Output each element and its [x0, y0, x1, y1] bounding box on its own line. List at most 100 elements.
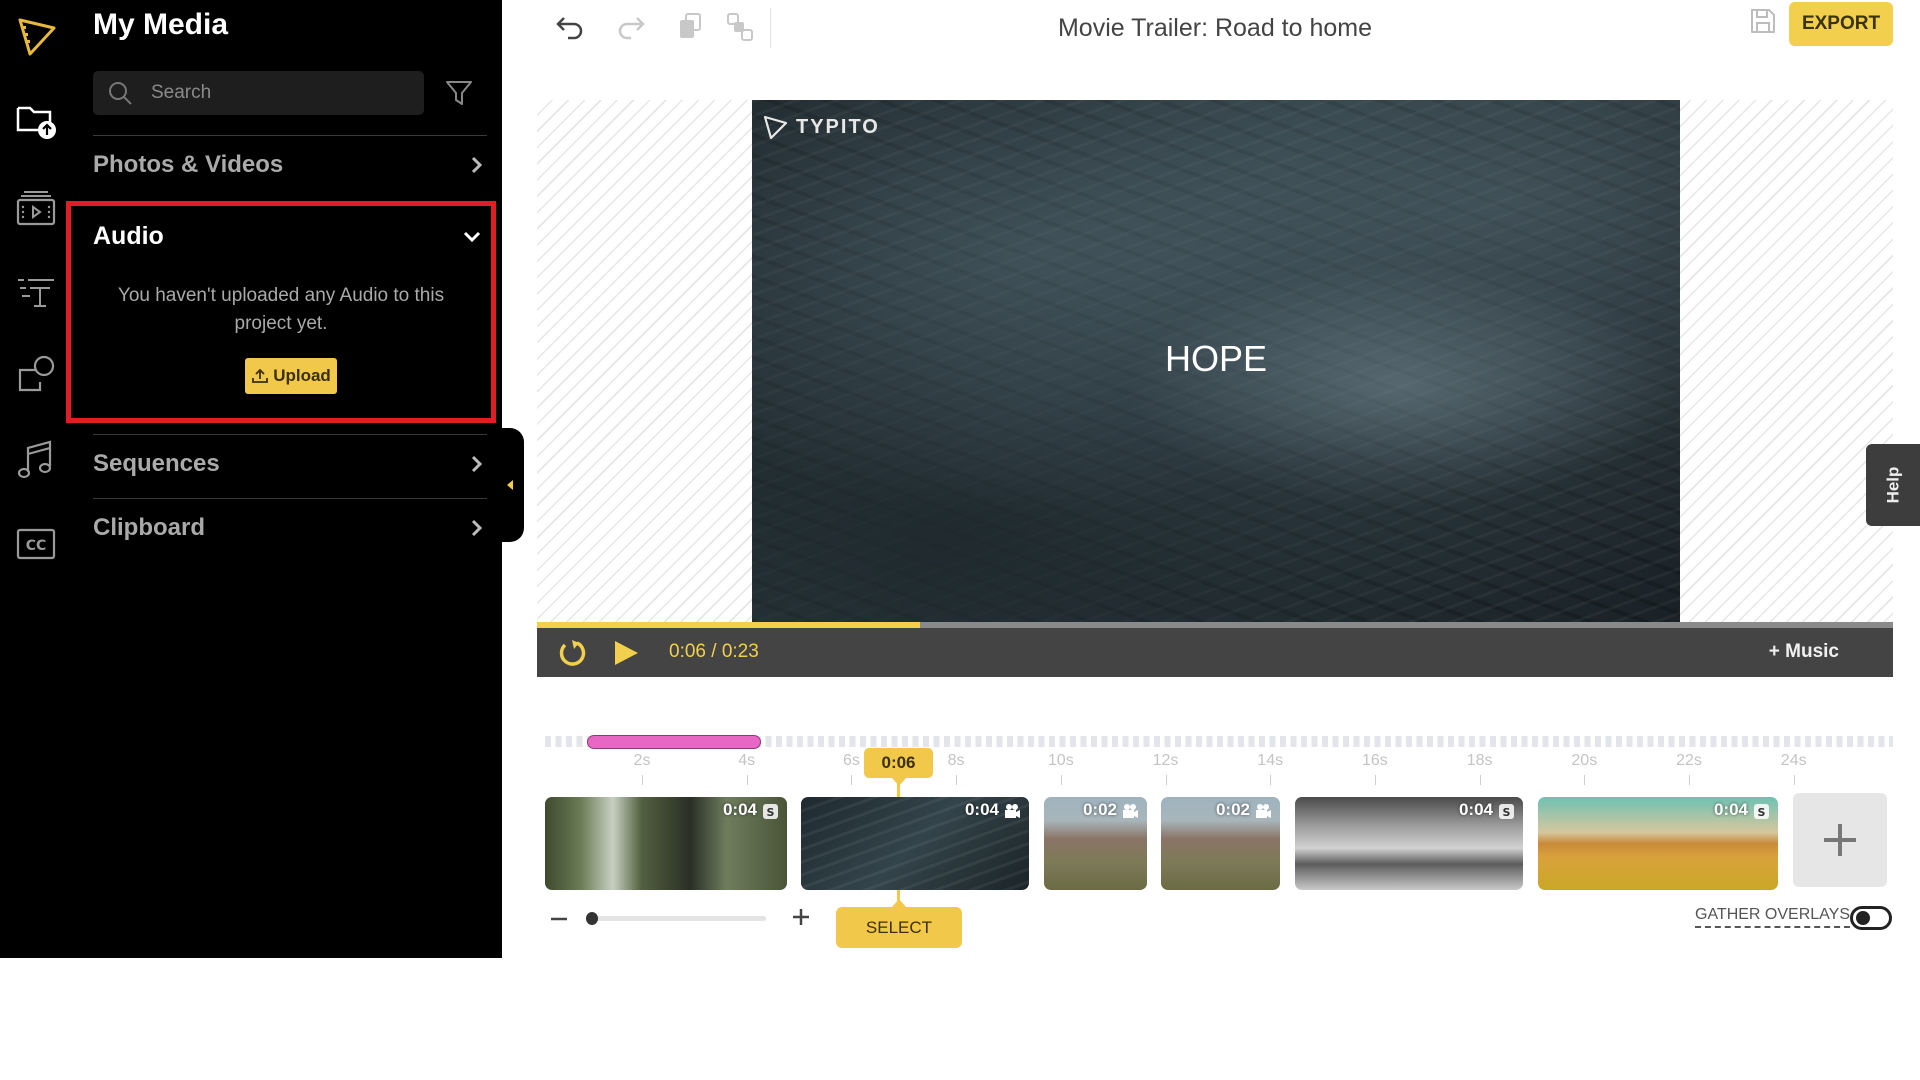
current-time: 0:06	[669, 641, 706, 662]
select-button[interactable]: SELECT	[836, 899, 962, 948]
playback-controls: 0:06 / 0:23 + Music	[537, 628, 1893, 677]
sequence-icon: S	[763, 804, 778, 819]
collapse-sidebar-button[interactable]	[496, 428, 524, 542]
tick-label: 14s	[1257, 752, 1284, 769]
zoom-slider-handle[interactable]	[586, 912, 598, 925]
panel-title: My Media	[93, 8, 229, 41]
audio-track-clip[interactable]	[587, 735, 761, 749]
section-label: Photos & Videos	[93, 151, 284, 178]
clip-duration: 0:04	[1458, 800, 1493, 819]
text-icon[interactable]	[12, 266, 60, 314]
tick-label: 18s	[1466, 752, 1493, 769]
timeline-clip[interactable]: 0:04 S	[1295, 797, 1523, 890]
section-audio[interactable]: Audio	[93, 218, 483, 254]
zoom-out-icon[interactable]	[548, 908, 570, 930]
sequence-icon: S	[1754, 804, 1769, 819]
search-field[interactable]	[93, 71, 424, 115]
section-label: Sequences	[93, 450, 220, 477]
save-icon[interactable]	[1748, 6, 1778, 36]
chevron-right-icon	[471, 156, 483, 174]
tick-label: 16s	[1361, 752, 1388, 769]
section-clipboard[interactable]: Clipboard	[93, 508, 487, 548]
sequence-icon: S	[1499, 804, 1514, 819]
gather-overlays-toggle[interactable]	[1850, 906, 1892, 930]
zoom-in-icon[interactable]	[790, 906, 812, 928]
chevron-down-icon	[463, 231, 481, 243]
timeline-clip[interactable]: 0:04	[801, 797, 1029, 890]
tick-mark	[956, 775, 958, 785]
preview-stage: TYPITO HOPE	[537, 100, 1893, 625]
play-icon[interactable]	[611, 638, 641, 668]
plus-icon	[1824, 824, 1856, 856]
tick-label: 22s	[1676, 752, 1702, 769]
export-button[interactable]: EXPORT	[1789, 2, 1893, 46]
audio-section-highlight: Audio You haven't uploaded any Audio to …	[66, 201, 496, 423]
playhead-time-label[interactable]: 0:06	[864, 748, 933, 786]
clip-duration: 0:02	[1215, 800, 1250, 819]
svg-text:S: S	[1758, 806, 1766, 819]
divider	[93, 135, 487, 136]
upload-label: Upload	[273, 366, 331, 385]
group-icon[interactable]	[724, 10, 758, 44]
tick-mark	[1793, 775, 1795, 785]
timeline-clip[interactable]: 0:02	[1161, 797, 1280, 890]
help-label: Help	[1883, 466, 1902, 504]
video-camera-icon	[1123, 804, 1138, 818]
divider	[93, 498, 487, 499]
videos-icon[interactable]	[12, 184, 60, 232]
tick-mark	[1584, 775, 1586, 785]
replay-icon[interactable]	[557, 638, 587, 668]
typito-logo-icon[interactable]	[12, 12, 60, 60]
video-preview[interactable]: TYPITO HOPE	[752, 100, 1680, 622]
divider	[93, 434, 487, 435]
clip-duration: 0:04	[722, 800, 757, 819]
timeline-clip[interactable]: 0:02	[1044, 797, 1147, 890]
watermark-text: TYPITO	[796, 115, 880, 138]
gather-overlays-label: GATHER OVERLAYS	[1695, 906, 1850, 928]
filter-icon[interactable]	[444, 78, 474, 108]
search-input[interactable]	[151, 71, 411, 115]
redo-icon[interactable]	[613, 10, 647, 44]
search-icon	[109, 82, 132, 105]
music-icon[interactable]	[12, 436, 60, 484]
duplicate-icon[interactable]	[672, 10, 706, 44]
typito-watermark: TYPITO	[762, 114, 880, 140]
chevron-right-icon	[471, 519, 483, 537]
section-sequences[interactable]: Sequences	[93, 444, 487, 484]
tick-mark	[1165, 775, 1167, 785]
tick-label: 24s	[1780, 752, 1807, 769]
upload-icon	[252, 368, 269, 383]
add-music-button[interactable]: + Music	[1769, 641, 1839, 663]
tick-label: 8s	[947, 752, 965, 769]
captions-icon[interactable]: CC	[12, 520, 60, 568]
tick-mark	[1060, 775, 1062, 785]
tick-mark	[1374, 775, 1376, 785]
upload-audio-button[interactable]: Upload	[245, 358, 337, 394]
tick-label: 2s	[633, 752, 651, 769]
timeline-clip[interactable]: 0:04 S	[545, 797, 787, 890]
time-separator: /	[711, 641, 717, 662]
section-photos-videos[interactable]: Photos & Videos	[93, 145, 487, 185]
clip-duration: 0:02	[1082, 800, 1117, 819]
svg-text:CC: CC	[26, 538, 47, 554]
project-title[interactable]: Movie Trailer: Road to home	[900, 14, 1530, 43]
tick-mark	[1479, 775, 1481, 785]
media-upload-icon[interactable]	[12, 96, 60, 144]
tick-mark	[746, 775, 748, 785]
media-sidebar: CC My Media Photos & Videos Audio You ha…	[0, 0, 502, 958]
help-tab[interactable]: Help	[1866, 444, 1920, 526]
typito-logo-icon	[763, 115, 788, 140]
shapes-icon[interactable]	[12, 350, 60, 398]
overlay-text[interactable]: HOPE	[752, 338, 1680, 380]
toolbar-divider	[770, 8, 771, 48]
svg-text:S: S	[1503, 806, 1511, 819]
tick-label: 20s	[1571, 752, 1598, 769]
timeline-clip[interactable]: 0:04 S	[1538, 797, 1778, 890]
tick-mark	[1270, 775, 1272, 785]
undo-icon[interactable]	[554, 10, 588, 44]
add-clip-button[interactable]	[1793, 793, 1887, 887]
video-camera-icon	[1005, 804, 1020, 818]
toggle-knob	[1856, 911, 1870, 925]
clip-duration: 0:04	[1713, 800, 1748, 819]
timeline-zoom-slider[interactable]	[586, 912, 766, 925]
